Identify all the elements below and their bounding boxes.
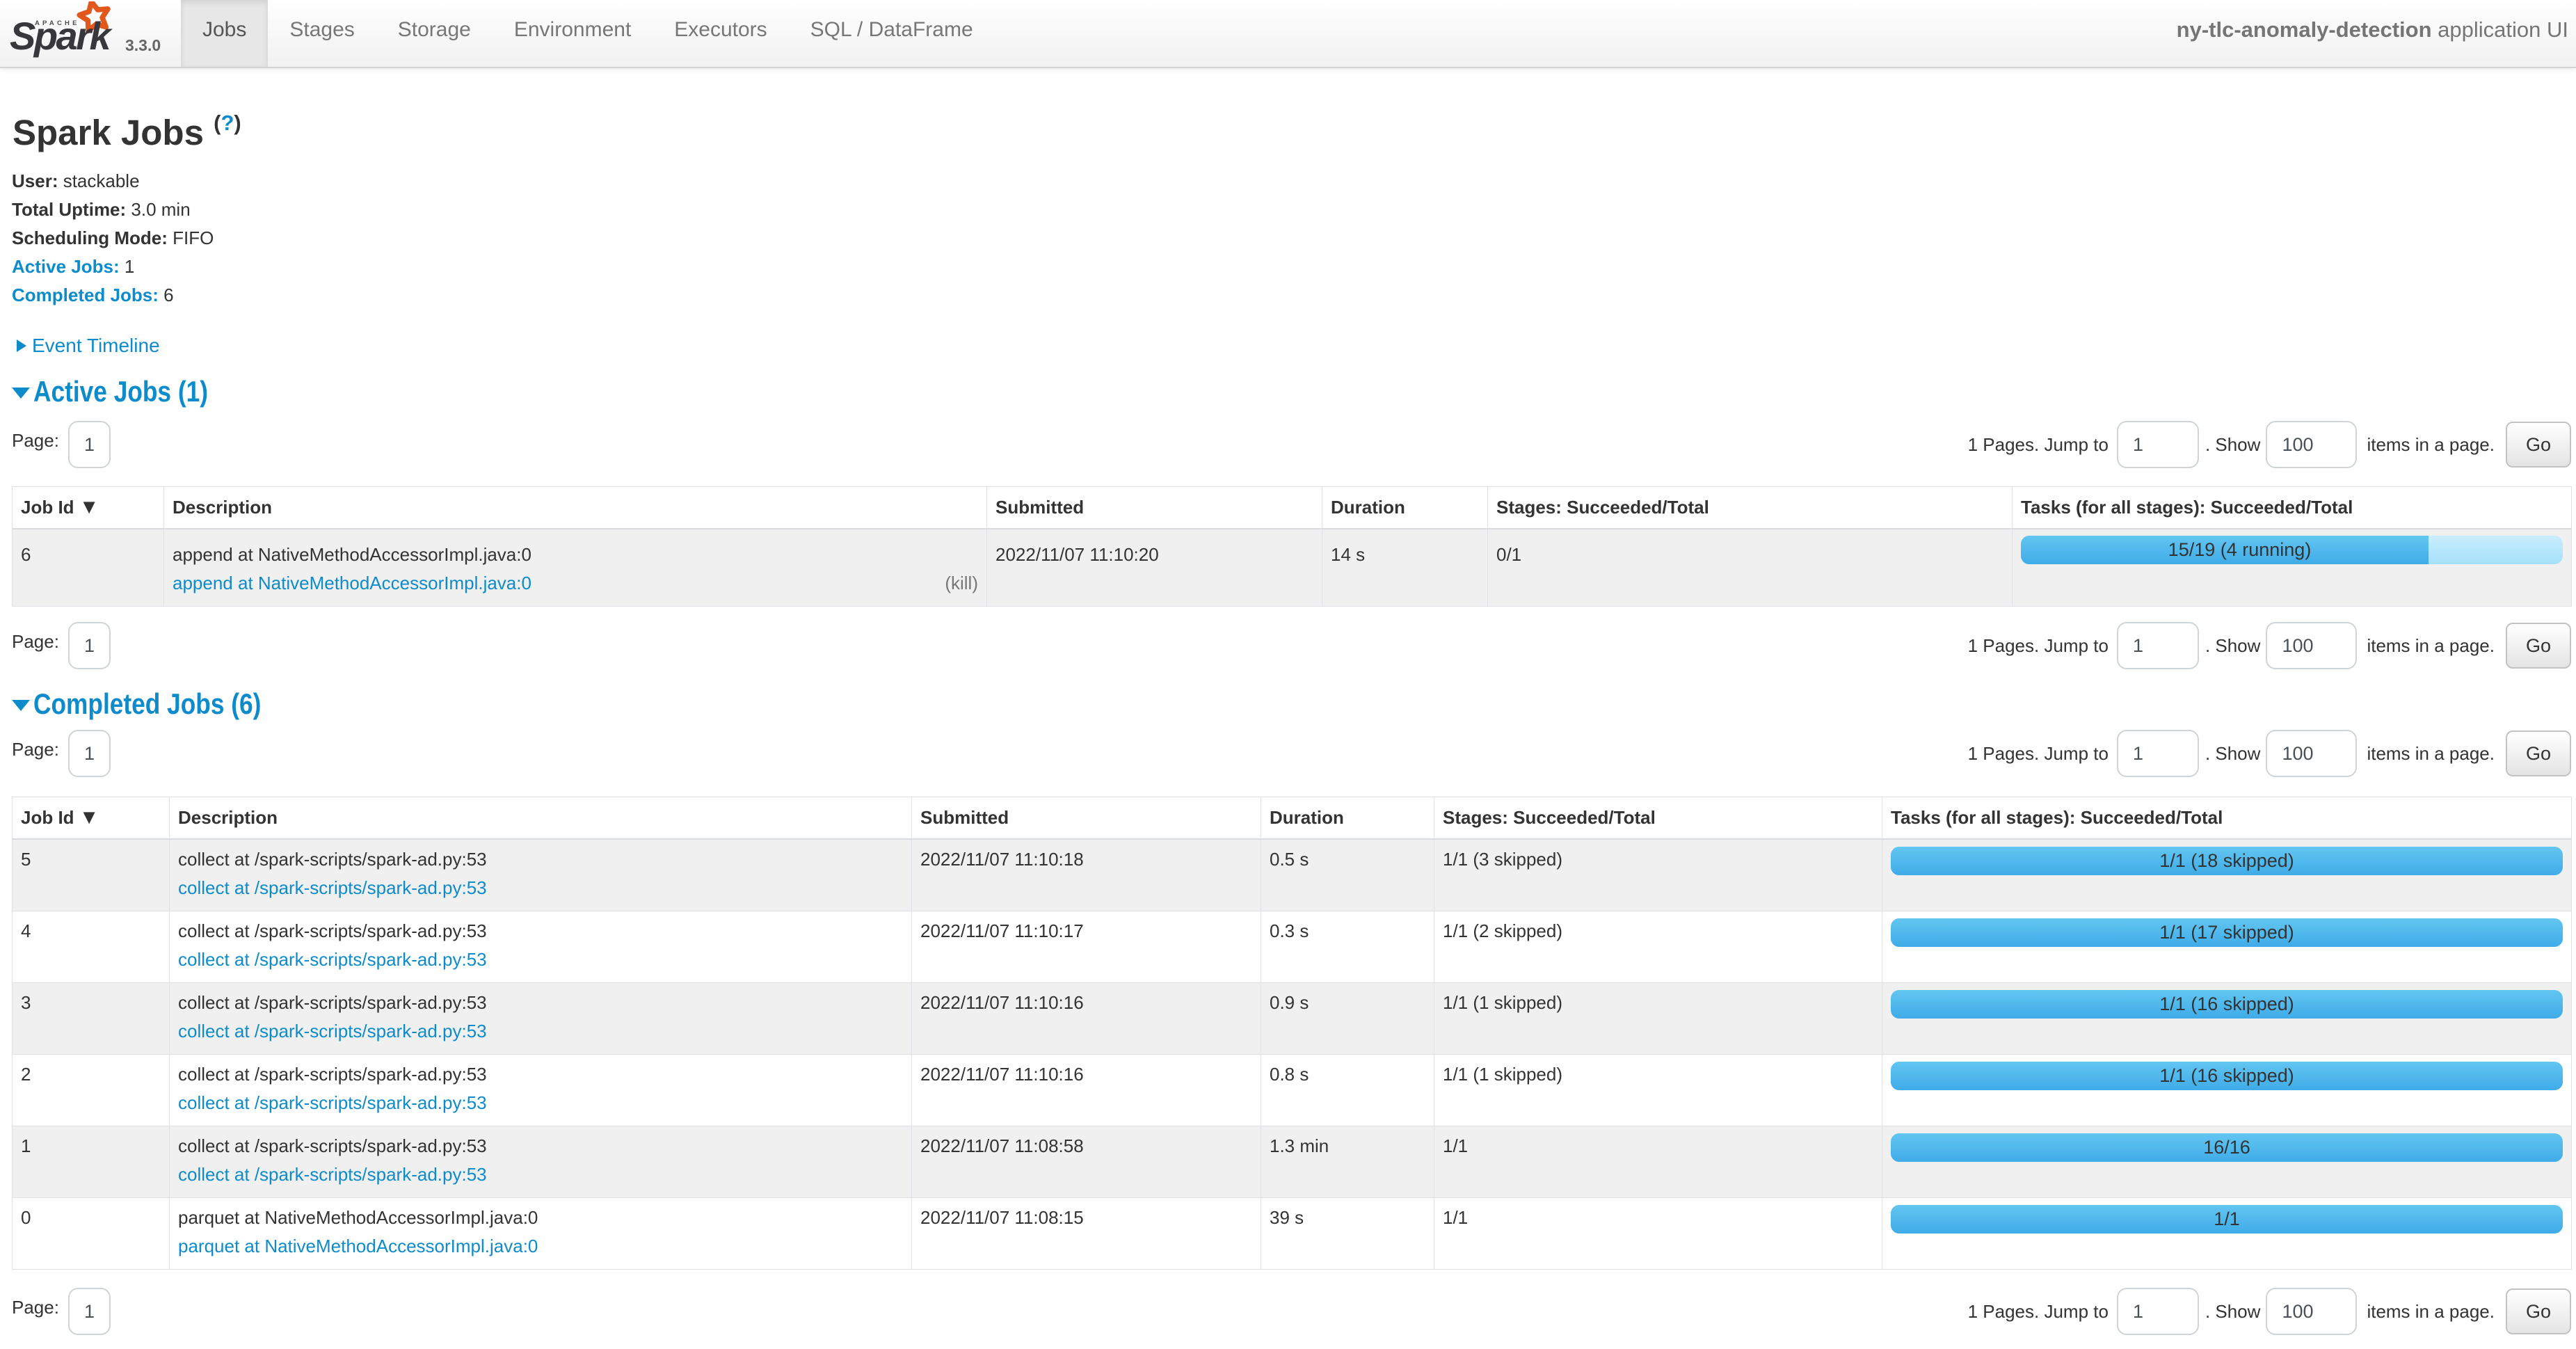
- svg-text:Spark: Spark: [10, 14, 113, 58]
